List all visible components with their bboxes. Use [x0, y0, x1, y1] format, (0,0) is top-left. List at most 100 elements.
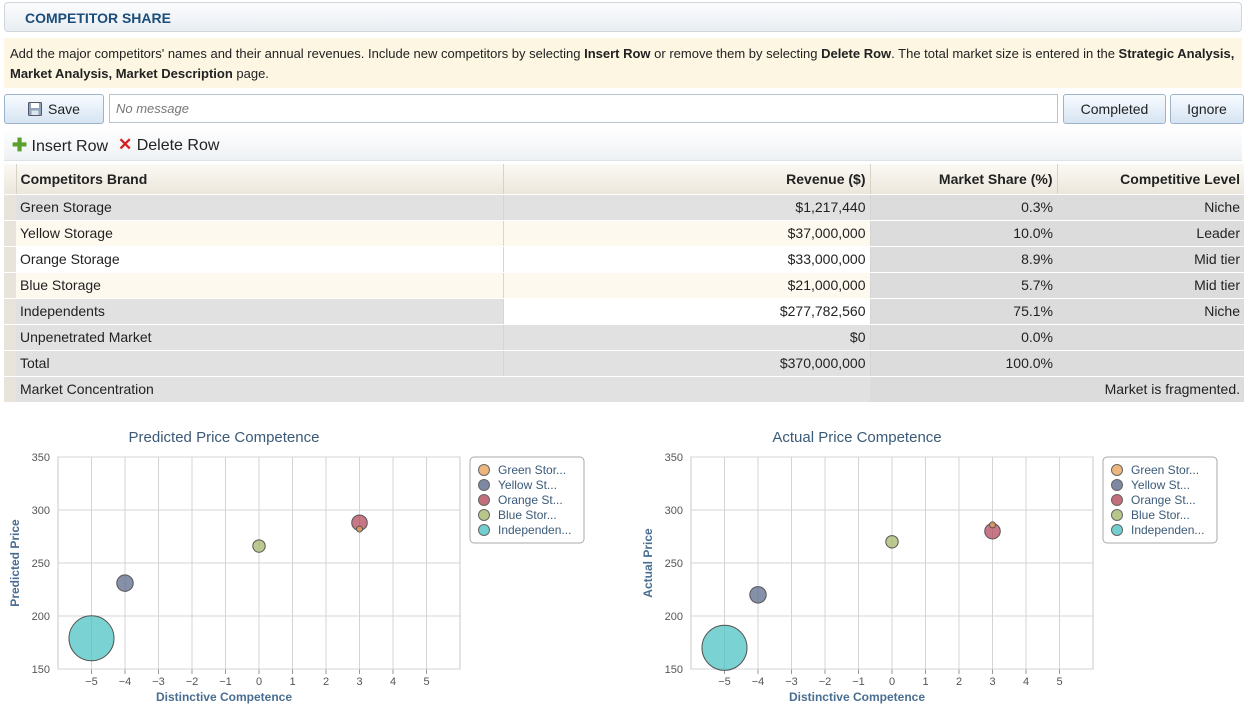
save-button-label: Save	[48, 101, 80, 117]
row-indicator	[4, 298, 16, 325]
legend-label: Yellow St...	[498, 478, 557, 492]
save-button[interactable]: Save	[4, 94, 104, 124]
x-tick-label: −3	[785, 676, 798, 688]
y-tick-label: 150	[32, 664, 50, 676]
cell-revenue[interactable]: $33,000,000	[503, 246, 871, 273]
y-tick-label: 300	[665, 505, 683, 517]
cell-revenue[interactable]: $1,217,440	[503, 194, 871, 221]
x-tick-label: −2	[186, 676, 199, 688]
row-indicator	[4, 350, 16, 377]
y-tick-label: 200	[32, 611, 50, 623]
cell-revenue[interactable]: $277,782,560	[503, 298, 871, 325]
table-row[interactable]: Total $370,000,000 100.0%	[4, 350, 1244, 377]
row-indicator	[4, 246, 16, 273]
bubble-0	[989, 521, 996, 529]
insert-row-button[interactable]: ✚ Insert Row	[12, 135, 108, 156]
cell-brand[interactable]: Total	[16, 350, 504, 377]
cell-brand[interactable]: Orange Storage	[16, 246, 504, 273]
message-field[interactable]: No message	[109, 94, 1058, 123]
cell-share: 5.7%	[870, 272, 1057, 299]
y-tick-label: 200	[665, 611, 683, 623]
legend-marker	[1111, 524, 1123, 536]
delete-row-button[interactable]: ✕ Delete Row	[118, 135, 219, 155]
cell-brand[interactable]: Unpenetrated Market	[16, 324, 504, 351]
column-header-revenue: Revenue ($)	[503, 164, 871, 195]
insert-row-label: Insert Row	[31, 138, 109, 155]
table-row[interactable]: Independents $277,782,560 75.1% Niche	[4, 298, 1244, 325]
legend-label: Green Stor...	[498, 463, 566, 477]
market-concentration-row: Market Concentration Market is fragmented…	[4, 376, 1244, 403]
x-tick-label: 2	[956, 676, 962, 688]
cell-revenue[interactable]: $0	[503, 324, 871, 351]
x-tick-label: −1	[219, 676, 232, 688]
y-axis-label: Predicted Price	[8, 519, 22, 607]
legend-marker	[1111, 464, 1123, 476]
legend-marker	[478, 509, 490, 521]
legend-marker	[478, 524, 490, 536]
competitors-table: Competitors Brand Revenue ($) Market Sha…	[4, 164, 1244, 403]
y-tick-label: 250	[32, 558, 50, 570]
x-tick-label: 5	[423, 676, 429, 688]
cell-level[interactable]: Mid tier	[1057, 246, 1244, 273]
cell-level[interactable]: Niche	[1057, 194, 1244, 221]
cell-revenue[interactable]: $37,000,000	[503, 220, 871, 247]
ignore-button[interactable]: Ignore	[1170, 94, 1244, 124]
cell-brand[interactable]: Yellow Storage	[16, 220, 504, 247]
cell-level[interactable]: Niche	[1057, 298, 1244, 325]
plus-icon: ✚	[12, 135, 28, 155]
chart-title: Actual Price Competence	[772, 429, 941, 446]
x-tick-label: 4	[1023, 676, 1029, 688]
table-row[interactable]: Green Storage $1,217,440 0.3% Niche	[4, 194, 1244, 221]
row-indicator	[4, 324, 16, 351]
x-tick-label: −5	[718, 676, 731, 688]
instructions-text-3: . The total market size is entered in th…	[891, 46, 1119, 61]
table-row[interactable]: Unpenetrated Market $0 0.0%	[4, 324, 1244, 351]
x-tick-label: 0	[889, 676, 895, 688]
row-indicator-header	[4, 164, 17, 195]
completed-button[interactable]: Completed	[1063, 94, 1166, 124]
cell-share: 10.0%	[870, 220, 1057, 247]
chart-title: Predicted Price Competence	[129, 429, 320, 446]
legend-label: Independen...	[1131, 523, 1204, 537]
instructions-text-2: or remove them by selecting	[650, 46, 822, 61]
cell-revenue[interactable]: $21,000,000	[503, 272, 871, 299]
cell-brand[interactable]: Independents	[16, 298, 504, 325]
legend-label: Yellow St...	[1131, 478, 1190, 492]
legend-marker	[1111, 494, 1123, 506]
x-tick-label: −2	[819, 676, 832, 688]
legend-marker	[478, 494, 490, 506]
x-tick-label: 3	[356, 676, 362, 688]
x-tick-label: −4	[752, 676, 765, 688]
y-tick-label: 250	[665, 558, 683, 570]
page-title: COMPETITOR SHARE	[25, 10, 171, 26]
y-axis-label: Actual Price	[641, 528, 655, 598]
cell-level[interactable]	[1057, 324, 1244, 351]
legend-marker	[478, 479, 490, 491]
cell-level[interactable]: Mid tier	[1057, 272, 1244, 299]
legend-label: Orange St...	[498, 493, 563, 507]
cell-revenue[interactable]: $370,000,000	[503, 350, 871, 377]
table-row[interactable]: Blue Storage $21,000,000 5.7% Mid tier	[4, 272, 1244, 299]
bubble-1	[116, 574, 134, 592]
legend-marker	[478, 464, 490, 476]
cell-brand[interactable]: Blue Storage	[16, 272, 504, 299]
instructions-text-1: Add the major competitors' names and the…	[10, 46, 585, 61]
instructions-box: Add the major competitors' names and the…	[4, 38, 1242, 88]
y-tick-label: 150	[665, 664, 683, 676]
table-header-row: Competitors Brand Revenue ($) Market Sha…	[4, 164, 1244, 195]
column-header-brand: Competitors Brand	[16, 164, 504, 195]
actual-price-chart: Actual Price Competence −5 −4 −3 −2 −1 0 1 2 3 4 5 1…	[633, 410, 1249, 713]
y-tick-label: 300	[32, 505, 50, 517]
cell-level[interactable]	[1057, 350, 1244, 377]
cell-level[interactable]: Leader	[1057, 220, 1244, 247]
bubble-0	[356, 525, 363, 533]
delete-x-icon: ✕	[118, 135, 133, 154]
bubble-1	[749, 586, 767, 604]
instructions-bold-1: Insert Row	[584, 46, 651, 61]
table-row[interactable]: Orange Storage $33,000,000 8.9% Mid tier	[4, 246, 1244, 273]
legend-label: Blue Stor...	[1131, 508, 1190, 522]
cell-brand[interactable]: Green Storage	[16, 194, 504, 221]
table-row[interactable]: Yellow Storage $37,000,000 10.0% Leader	[4, 220, 1244, 247]
legend-marker	[1111, 479, 1123, 491]
cell-share: 8.9%	[870, 246, 1057, 273]
